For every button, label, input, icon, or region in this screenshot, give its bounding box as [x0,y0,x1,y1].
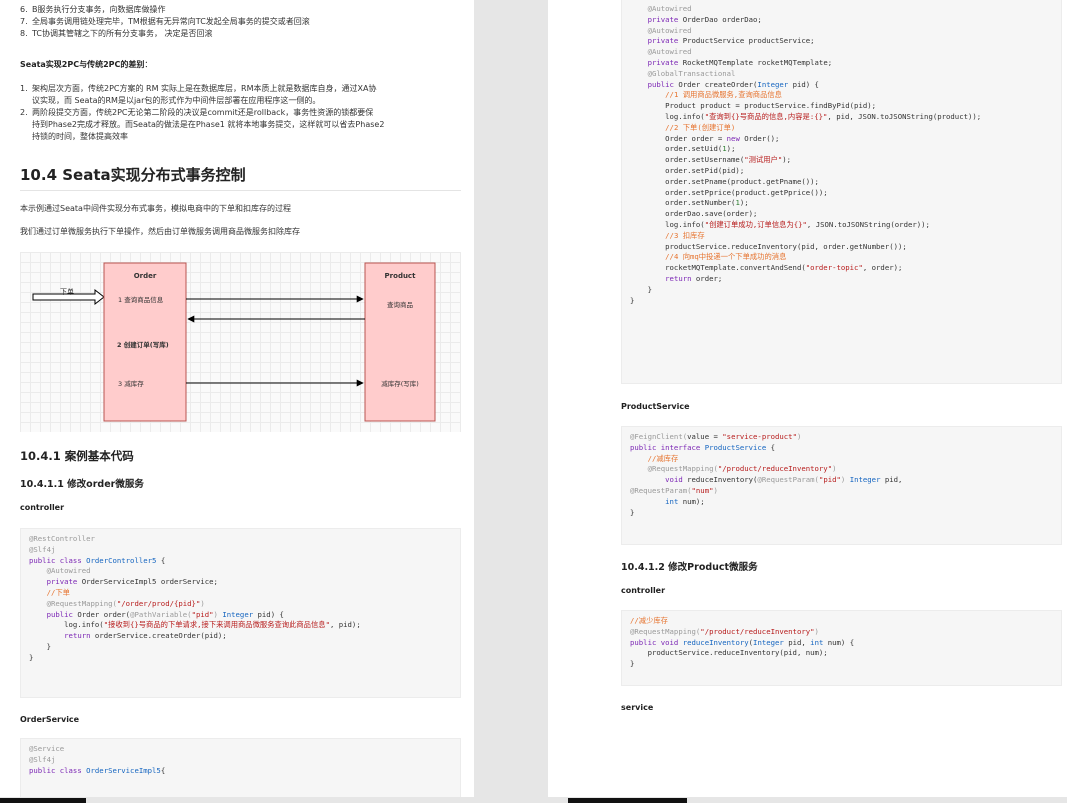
order-title: Order [134,272,157,280]
input-label: 下单 [60,287,74,296]
section-title: 10.4 Seata实现分布式事务控制 [20,164,461,191]
product-box [364,262,436,422]
order-controller-code: @RestController @Slf4j public class OrderC… [20,528,461,698]
seata-steps-list: 6. B服务执行分支事务，向数据库做操作 7. 全局事务调用链处理完毕，TM根据有无… [20,4,462,40]
left-page: 6. B服务执行分支事务，向数据库做操作 7. 全局事务调用链处理完毕，TM根据有无… [0,0,474,797]
product-step-3: 减库存(写库) [381,379,419,388]
product-controller-code: //减少库存 @RequestMapping("/product/reduceIn… [621,610,1062,686]
order-service-code-continued: @Autowired private OrderDao orderDao; @A… [621,0,1062,384]
product-service-heading: 10.4.1.2 修改Product微服务 [621,562,758,573]
orderservice-label: OrderService [20,715,80,724]
list-item: 1. 架构层次方面，传统2PC方案的 RM 实际上是在数据库层，RM本质上就是数… [20,84,377,105]
order-service-heading: 10.4.1.1 修改order微服务 [20,479,144,490]
order-step-2: 2 创建订单(写库) [117,340,169,349]
productservice-label: ProductService [621,402,690,411]
intro-paragraph-1: 本示例通过Seata中间件实现分布式事务，模拟电商中的下单和扣库存的过程 [20,204,291,213]
product-step-1: 查询商品 [387,300,413,309]
list-item: 2. 两阶段提交方面，传统2PC无论第二阶段的决议是commit还是rollba… [20,108,385,141]
right-page: @Autowired private OrderDao orderDao; @A… [548,0,1067,797]
list-item: 6. B服务执行分支事务，向数据库做操作 [20,5,166,14]
controller-label: controller [20,503,65,512]
order-product-flow-diagram: 下单 Order 1 查询商品信息 2 创建订单(写库) 3 减库存 Produ… [20,252,461,432]
order-step-1: 1 查询商品信息 [118,295,164,304]
product-service-code: @FeignClient(value = "service-product") p… [621,426,1062,545]
flow-diagram-svg: 下单 Order 1 查询商品信息 2 创建订单(写库) 3 减库存 Produ… [32,262,436,422]
list-item: 8. TC协调其管辖之下的所有分支事务， 决定是否回滚 [20,29,213,38]
order-step-3: 3 减库存 [118,379,144,388]
bottom-bar-left [0,798,86,803]
product-title: Product [385,272,417,280]
intro-paragraph-2: 我们通过订单微服务执行下单操作，然后由订单微服务调用商品微服务扣除库存 [20,227,300,236]
controller-label-right: controller [621,586,666,595]
order-service-code-start: @Service @Slf4j public class OrderServiceI… [20,738,461,797]
list-item: 7. 全局事务调用链处理完毕，TM根据有无异常向TC发起全局事务的提交或者回滚 [20,17,310,26]
bottom-bar-right [568,798,687,803]
diff-heading: Seata实现2PC与传统2PC的差别： [20,60,153,69]
basic-code-heading: 10.4.1 案例基本代码 [20,449,134,463]
diff-list: 1. 架构层次方面，传统2PC方案的 RM 实际上是在数据库层，RM本质上就是数… [20,83,462,143]
service-label: service [621,703,654,712]
